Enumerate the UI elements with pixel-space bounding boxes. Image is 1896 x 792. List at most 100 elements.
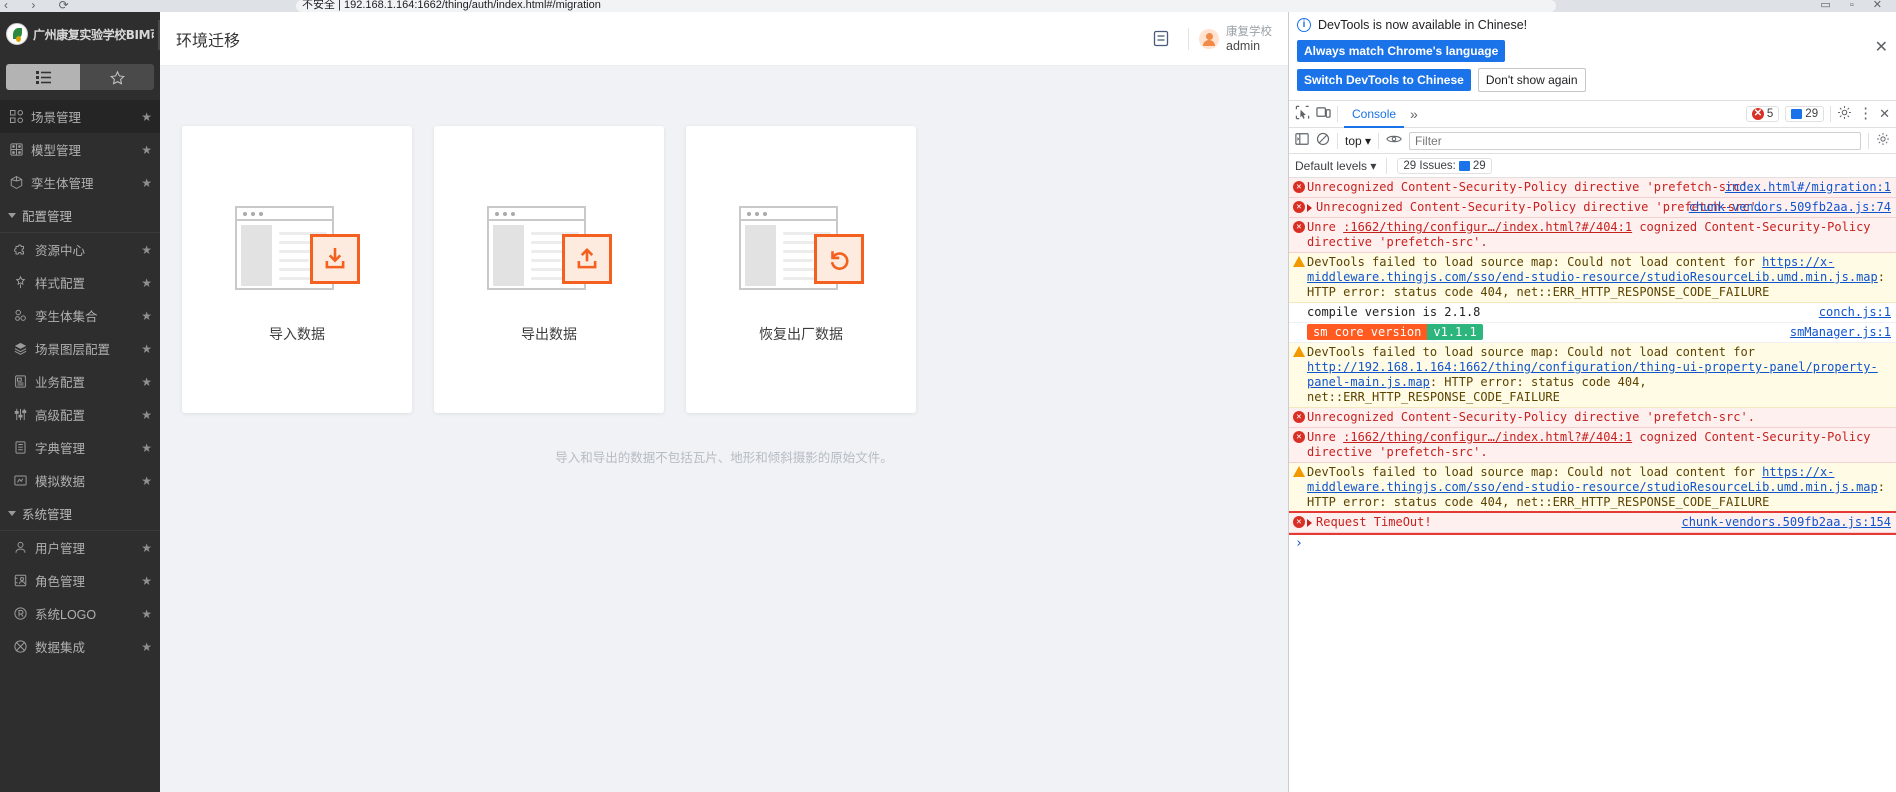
source-link[interactable]: smManager.js:1 [1790, 325, 1891, 340]
issues-count: 29 [1472, 159, 1486, 172]
favorite-star-icon[interactable]: ★ [141, 542, 152, 554]
favorite-star-icon[interactable]: ★ [141, 277, 152, 289]
console-message-text: compile version is 2.1.8 [1307, 305, 1481, 319]
sidebar-group-12[interactable]: 系统管理 [0, 497, 160, 531]
migration-cards: 导入数据 导出数据 恢复出厂数据 [182, 88, 1266, 413]
dont-show-again-button[interactable]: Don't show again [1477, 68, 1586, 92]
source-link[interactable]: chunk-vendors.509fb2aa.js:154 [1681, 515, 1891, 530]
warning-icon [1293, 345, 1307, 405]
close-icon[interactable]: ✕ [1879, 106, 1890, 122]
error-icon: ✕ [1293, 515, 1307, 530]
source-link[interactable]: index.html#/migration:1 [1725, 180, 1891, 195]
console-sidebar-icon[interactable] [1295, 132, 1309, 149]
favorite-star-icon[interactable]: ★ [141, 641, 152, 653]
favorite-star-icon[interactable]: ★ [141, 111, 152, 123]
sidebar-group-3[interactable]: 配置管理 [0, 199, 160, 233]
console-message[interactable]: sm core version v1.1.1 smManager.js:1 [1289, 323, 1896, 343]
console-message[interactable]: ✕ Unrecognized Content-Security-Policy di… [1289, 178, 1896, 198]
favorite-star-icon[interactable]: ★ [141, 376, 152, 388]
sidebar-item-9[interactable]: 高级配置 ★ [0, 398, 160, 431]
import-data-card[interactable]: 导入数据 [182, 126, 412, 413]
user-org: 康复学校 [1226, 25, 1272, 38]
favorite-star-icon[interactable]: ★ [141, 144, 152, 156]
error-icon: ✕ [1293, 410, 1307, 425]
gear-icon[interactable] [1876, 132, 1890, 149]
execution-context-selector[interactable]: top ▾ [1345, 134, 1371, 148]
sidebar-item-6[interactable]: 孪生体集合 ★ [0, 299, 160, 332]
cube-icon [8, 175, 24, 191]
avatar[interactable] [1199, 28, 1219, 49]
favorite-star-icon[interactable]: ★ [141, 244, 152, 256]
sidebar-item-0[interactable]: 场景管理 ★ [0, 100, 160, 133]
restore-factory-data-card[interactable]: 恢复出厂数据 [686, 126, 916, 413]
favorite-star-icon[interactable]: ★ [141, 608, 152, 620]
sidebar-item-2[interactable]: 孪生体管理 ★ [0, 166, 160, 199]
console-message[interactable]: ✕ Unrecognized Content-Security-Policy di… [1289, 198, 1896, 218]
sidebar-tab-list[interactable] [6, 64, 80, 90]
console-message[interactable]: DevTools failed to load source map: Coul… [1289, 253, 1896, 303]
error-icon: ✕ [1293, 180, 1307, 195]
error-count-badge[interactable]: ✕ 5 [1745, 106, 1780, 122]
console-prompt[interactable]: › [1289, 533, 1896, 554]
sidebar-item-label: 字典管理 [35, 442, 86, 456]
issues-badge[interactable]: 29 Issues: 29 [1397, 157, 1492, 174]
inspect-icon[interactable] [1295, 105, 1310, 123]
sidebar-item-13[interactable]: 用户管理 ★ [0, 531, 160, 564]
sliders-icon [12, 407, 28, 423]
document-icon[interactable] [1144, 22, 1178, 56]
sidebar-item-7[interactable]: 场景图层配置 ★ [0, 332, 160, 365]
console-message[interactable]: compile version is 2.1.8 conch.js:1 [1289, 303, 1896, 323]
tab-console[interactable]: Console [1344, 101, 1405, 128]
favorite-star-icon[interactable]: ★ [141, 442, 152, 454]
console-message-text: Unre :1662/thing/configur…/index.html?#/… [1307, 430, 1871, 459]
brand-logo-icon [6, 23, 28, 45]
favorite-star-icon[interactable]: ★ [141, 177, 152, 189]
sidebar-item-15[interactable]: 系统LOGO ★ [0, 597, 160, 630]
clear-console-icon[interactable] [1316, 132, 1330, 149]
kebab-menu-icon[interactable]: ⋮ [1858, 106, 1873, 121]
live-expression-icon[interactable] [1386, 133, 1402, 148]
sidebar-item-label: 用户管理 [35, 542, 86, 556]
user-info[interactable]: 康复学校 admin [1226, 25, 1272, 53]
favorite-star-icon[interactable]: ★ [141, 475, 152, 487]
console-message-text: DevTools failed to load source map: Coul… [1307, 345, 1878, 404]
browser-nav-icons[interactable]: ‹ › ⟳ [4, 0, 79, 12]
grid-icon [8, 109, 24, 125]
sidebar-item-16[interactable]: 数据集成 ★ [0, 630, 160, 663]
sidebar-item-8[interactable]: 业务配置 ★ [0, 365, 160, 398]
always-match-language-button[interactable]: Always match Chrome's language [1297, 40, 1506, 62]
sidebar-item-10[interactable]: 字典管理 ★ [0, 431, 160, 464]
sidebar-item-14[interactable]: 角色管理 ★ [0, 564, 160, 597]
sidebar-item-11[interactable]: 模拟数据 ★ [0, 464, 160, 497]
more-tabs-button[interactable]: » [1410, 106, 1418, 122]
restore-icon [813, 234, 864, 284]
browser-window-controls[interactable]: ▭ ▫ ✕ [1820, 0, 1890, 11]
console-message[interactable]: ✕ Unrecognized Content-Security-Policy di… [1289, 408, 1896, 428]
favorite-star-icon[interactable]: ★ [141, 343, 152, 355]
console-message[interactable]: ✕ Unre :1662/thing/configur…/index.html?#… [1289, 428, 1896, 463]
console-message[interactable]: ✕ Request TimeOut! chunk-vendors.509fb2aa.… [1289, 511, 1896, 535]
favorite-star-icon[interactable]: ★ [141, 575, 152, 587]
console-message[interactable]: DevTools failed to load source map: Coul… [1289, 343, 1896, 408]
gear-icon[interactable] [1837, 105, 1852, 123]
source-link[interactable]: chunk-vendors.509fb2aa.js:74 [1689, 200, 1891, 215]
console-message[interactable]: ✕ Unre :1662/thing/configur…/index.html?#… [1289, 218, 1896, 253]
sidebar-collapse-button[interactable]: ‹ [158, 20, 160, 50]
browser-address-bar[interactable]: 不安全 | 192.168.1.164:1662/thing/auth/inde… [296, 0, 1556, 12]
export-data-card[interactable]: 导出数据 [434, 126, 664, 413]
sidebar-item-4[interactable]: 资源中心 ★ [0, 233, 160, 266]
device-toolbar-icon[interactable] [1316, 106, 1331, 123]
sidebar-item-5[interactable]: 样式配置 ★ [0, 266, 160, 299]
sidebar-tab-favorites[interactable] [80, 64, 154, 90]
favorite-star-icon[interactable]: ★ [141, 409, 152, 421]
search-input[interactable] [1409, 131, 1861, 150]
warning-count-badge[interactable]: 29 [1785, 106, 1825, 122]
favorite-star-icon[interactable]: ★ [141, 310, 152, 322]
card-illustration [486, 206, 612, 290]
switch-to-chinese-button[interactable]: Switch DevTools to Chinese [1297, 69, 1471, 91]
sidebar-item-1[interactable]: 模型管理 ★ [0, 133, 160, 166]
default-levels-dropdown[interactable]: Default levels ▾ [1295, 159, 1376, 173]
close-icon[interactable]: ✕ [1875, 40, 1888, 56]
source-link[interactable]: conch.js:1 [1819, 305, 1891, 320]
console-message[interactable]: DevTools failed to load source map: Coul… [1289, 463, 1896, 513]
